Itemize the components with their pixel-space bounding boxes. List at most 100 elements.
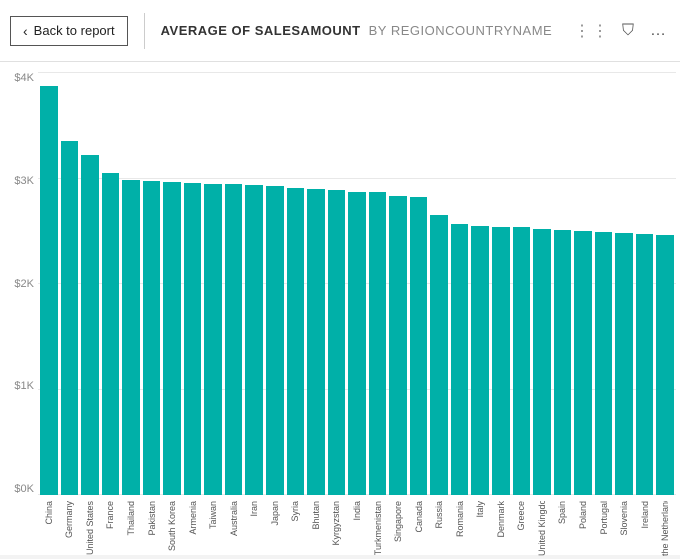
x-axis-label: Romania (455, 501, 465, 537)
bar-wrapper[interactable] (307, 72, 325, 495)
x-axis-label: Canada (414, 501, 424, 533)
x-axis-label: Russia (434, 501, 444, 529)
x-label-wrapper: Poland (574, 501, 592, 529)
x-axis-label: Slovenia (619, 501, 629, 536)
more-options-icon[interactable]: … (646, 18, 670, 44)
bar (513, 227, 531, 495)
bar-wrapper[interactable] (492, 72, 510, 495)
x-label-wrapper: Taiwan (204, 501, 222, 529)
bar (348, 192, 366, 495)
bar-wrapper[interactable] (389, 72, 407, 495)
bar (533, 229, 551, 495)
x-label-wrapper: Syria (287, 501, 305, 522)
bar-wrapper[interactable] (266, 72, 284, 495)
bar-wrapper[interactable] (184, 72, 202, 495)
bar-wrapper[interactable] (143, 72, 161, 495)
x-label-wrapper: South Korea (163, 501, 181, 551)
bar (266, 186, 284, 495)
bar-wrapper[interactable] (328, 72, 346, 495)
bar (204, 184, 222, 495)
bar-wrapper[interactable] (636, 72, 654, 495)
bar-wrapper[interactable] (40, 72, 58, 495)
y-axis-label: $4K (14, 72, 34, 84)
chart-area: $0K$1K$2K$3K$4K ChinaGermanyUnited State… (0, 62, 680, 555)
x-axis-label: South Korea (167, 501, 177, 551)
drag-handle-icon[interactable]: ⋮⋮ (574, 21, 610, 41)
bar (163, 182, 181, 495)
bar-wrapper[interactable] (554, 72, 572, 495)
bar-wrapper[interactable] (225, 72, 243, 495)
x-axis-label: Japan (270, 501, 280, 526)
x-axis-label: Germany (64, 501, 74, 538)
bar-wrapper[interactable] (595, 72, 613, 495)
x-label-wrapper: Singapore (389, 501, 407, 542)
bar-wrapper[interactable] (102, 72, 120, 495)
x-label-wrapper: Romania (451, 501, 469, 537)
x-axis-label: Turkmenistan (373, 501, 383, 555)
top-bar-right: ⋮⋮ ⛉ … (574, 18, 670, 44)
bar (225, 184, 243, 495)
bar-wrapper[interactable] (369, 72, 387, 495)
chart-title-sub: BY REGIONCOUNTRYNAME (369, 23, 553, 38)
x-axis-label: Portugal (599, 501, 609, 535)
bar (615, 233, 633, 495)
back-to-report-button[interactable]: ‹ Back to report (10, 16, 128, 46)
bar-wrapper[interactable] (615, 72, 633, 495)
x-axis-label: Ireland (640, 501, 650, 529)
bar (471, 226, 489, 495)
bar-wrapper[interactable] (410, 72, 428, 495)
bar (81, 155, 99, 495)
filter-icon[interactable]: ⛉ (618, 18, 638, 44)
x-axis-label: Taiwan (208, 501, 218, 529)
bar-wrapper[interactable] (287, 72, 305, 495)
x-label-wrapper: Iran (245, 501, 263, 517)
bar (574, 231, 592, 495)
x-label-wrapper: Greece (513, 501, 531, 531)
bar-wrapper[interactable] (163, 72, 181, 495)
x-label-wrapper: Italy (471, 501, 489, 518)
bar (245, 185, 263, 495)
bar-wrapper[interactable] (533, 72, 551, 495)
x-axis-label: Syria (290, 501, 300, 522)
bar-wrapper[interactable] (656, 72, 674, 495)
bar-wrapper[interactable] (245, 72, 263, 495)
x-axis-label: Armenia (188, 501, 198, 535)
grid-and-bars (38, 72, 676, 495)
bar (389, 196, 407, 495)
x-axis-label: Singapore (393, 501, 403, 542)
x-label-wrapper: Canada (410, 501, 428, 533)
bar-wrapper[interactable] (81, 72, 99, 495)
x-label-wrapper: Bhutan (307, 501, 325, 530)
x-axis-label: the Netherlands (660, 501, 670, 556)
y-axis-label: $1K (14, 380, 34, 392)
bar (184, 183, 202, 495)
bar-wrapper[interactable] (122, 72, 140, 495)
bar (410, 197, 428, 495)
x-axis-label: India (352, 501, 362, 521)
x-axis-label: Bhutan (311, 501, 321, 530)
chevron-left-icon: ‹ (23, 23, 28, 39)
bar-wrapper[interactable] (513, 72, 531, 495)
bar (40, 86, 58, 495)
bar-wrapper[interactable] (451, 72, 469, 495)
bar (307, 189, 325, 495)
x-label-wrapper: Spain (554, 501, 572, 524)
x-axis-label: China (44, 501, 54, 525)
bar (656, 235, 674, 495)
bar (430, 215, 448, 495)
bar (102, 173, 120, 495)
bar-wrapper[interactable] (430, 72, 448, 495)
bar-wrapper[interactable] (204, 72, 222, 495)
bar-wrapper[interactable] (348, 72, 366, 495)
bar-wrapper[interactable] (61, 72, 79, 495)
x-axis-label: Australia (229, 501, 239, 536)
x-label-wrapper: the Netherlands (656, 501, 674, 556)
bar (451, 224, 469, 495)
bar-wrapper[interactable] (574, 72, 592, 495)
bar (122, 180, 140, 495)
x-axis-label: Italy (475, 501, 485, 518)
x-label-wrapper: Australia (225, 501, 243, 536)
x-label-wrapper: Armenia (184, 501, 202, 535)
bar-wrapper[interactable] (471, 72, 489, 495)
x-label-wrapper: Slovenia (615, 501, 633, 536)
